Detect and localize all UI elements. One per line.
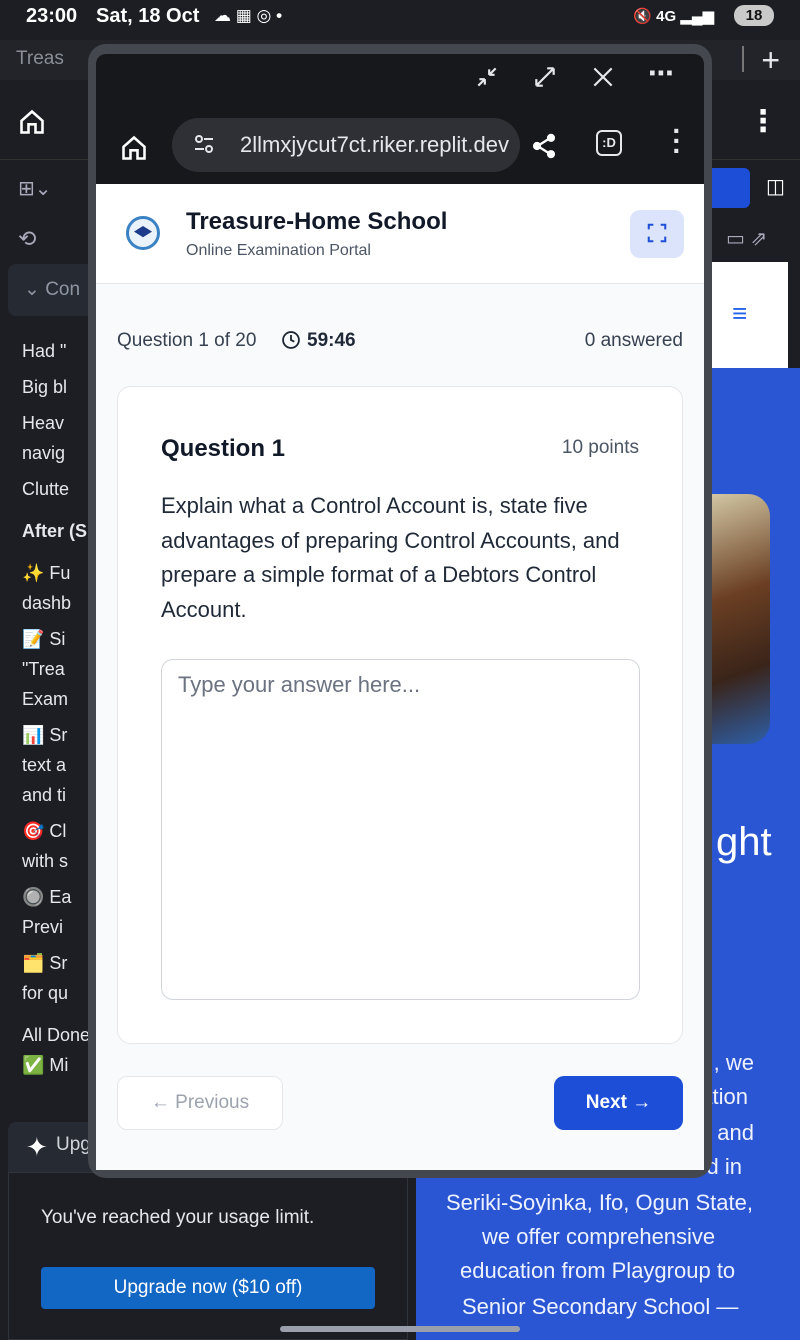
- fullscreen-icon: [647, 223, 667, 242]
- extension-icon[interactable]: :D: [596, 130, 622, 156]
- intro-line: Seriki-Soyinka, Ifo, Ogun State,: [446, 1190, 753, 1215]
- intro-line: , we: [713, 1050, 754, 1075]
- more-menu-icon[interactable]: ⋮: [748, 104, 778, 139]
- timer-value: 59:46: [307, 330, 356, 351]
- usage-limit-text: You've reached your usage limit.: [41, 1207, 315, 1228]
- upgrade-button[interactable]: Upgrade now ($10 off): [41, 1267, 375, 1309]
- hero-photo: [712, 494, 770, 744]
- background-tab[interactable]: Treas: [16, 48, 64, 70]
- conversation-toggle[interactable]: ⌄ Con: [8, 264, 98, 316]
- website-header: ≡: [712, 262, 788, 368]
- popup-chrome: ⋯ 2llmxjycut7ct.riker.replit.dev :D · · ·: [96, 54, 704, 184]
- exam-page: Treasure-Home School Online Examination …: [96, 184, 704, 1170]
- home-icon[interactable]: [18, 108, 46, 141]
- answered-count: 0 answered: [584, 330, 683, 351]
- next-button[interactable]: Next →: [554, 1076, 683, 1130]
- history-icon[interactable]: ⟲: [18, 226, 36, 252]
- intro-line: education from Playgroup to: [460, 1258, 736, 1283]
- agent-menu-icon[interactable]: ⊞⌄: [18, 176, 52, 201]
- window-options-icon[interactable]: ⋯: [648, 58, 674, 89]
- share-icon[interactable]: [530, 132, 558, 165]
- intro-line: Senior Secondary School —: [462, 1294, 739, 1319]
- exam-meta: Question 1 of 20 59:46 0 answered: [117, 330, 683, 360]
- notification-icons: ☁ ▦ ◎ •: [214, 6, 283, 25]
- answer-textarea[interactable]: [161, 659, 640, 1000]
- sparkle-icon: ✦: [26, 1132, 48, 1162]
- school-logo: [126, 216, 160, 250]
- status-bar: 23:00 Sat, 18 Oct ☁ ▦ ◎ • 🔇 4G ▂▄▆ 18: [0, 0, 800, 32]
- portal-subtitle: Online Examination Portal: [186, 242, 371, 259]
- question-title: Question 1: [161, 435, 286, 462]
- battery-indicator: 18: [734, 5, 774, 26]
- status-date: Sat, 18 Oct: [96, 5, 200, 27]
- address-bar[interactable]: 2llmxjycut7ct.riker.replit.dev: [172, 118, 520, 172]
- new-tab-icon[interactable]: +: [761, 42, 780, 79]
- school-name: Treasure-Home School: [186, 208, 448, 235]
- usage-limit-panel: You've reached your usage limit. Upgrade…: [8, 1172, 408, 1340]
- intro-line: and: [717, 1120, 754, 1145]
- more-menu-icon[interactable]: · · ·: [672, 117, 682, 165]
- split-view-icon[interactable]: ◫: [766, 174, 785, 199]
- question-points: 10 points: [561, 437, 639, 458]
- status-time: 23:00: [26, 5, 78, 27]
- clock-icon: [282, 331, 300, 349]
- home-icon[interactable]: [120, 134, 148, 167]
- exam-timer: 59:46: [281, 330, 356, 352]
- question-card: Question 1 10 points Explain what a Cont…: [117, 386, 683, 1044]
- gesture-bar[interactable]: [280, 1326, 520, 1332]
- signal-icons: 🔇 4G ▂▄▆: [633, 8, 714, 25]
- device-icons[interactable]: ▭ ⇗: [726, 226, 767, 251]
- tab-divider: [742, 46, 744, 72]
- intro-line: we offer comprehensive: [482, 1224, 716, 1249]
- hero-heading-fragment: ght: [716, 820, 772, 864]
- question-text: Explain what a Control Account is, state…: [161, 493, 620, 622]
- hamburger-icon[interactable]: ≡: [732, 298, 747, 329]
- site-header: Treasure-Home School Online Examination …: [96, 184, 704, 284]
- question-counter: Question 1 of 20: [117, 330, 257, 351]
- popup-window: ⋯ 2llmxjycut7ct.riker.replit.dev :D · · · …: [88, 44, 712, 1178]
- site-settings-icon[interactable]: [192, 132, 216, 162]
- conversation-label: Con: [45, 279, 81, 300]
- close-icon[interactable]: [590, 64, 616, 97]
- minimize-icon[interactable]: [474, 64, 500, 97]
- preview-icon[interactable]: [706, 168, 750, 208]
- previous-button[interactable]: ← Previous: [117, 1076, 283, 1130]
- url-text: 2llmxjycut7ct.riker.replit.dev: [240, 132, 509, 157]
- fullscreen-button[interactable]: [630, 210, 684, 258]
- maximize-icon[interactable]: [532, 64, 558, 97]
- upgrade-header-label: Upg: [56, 1134, 91, 1155]
